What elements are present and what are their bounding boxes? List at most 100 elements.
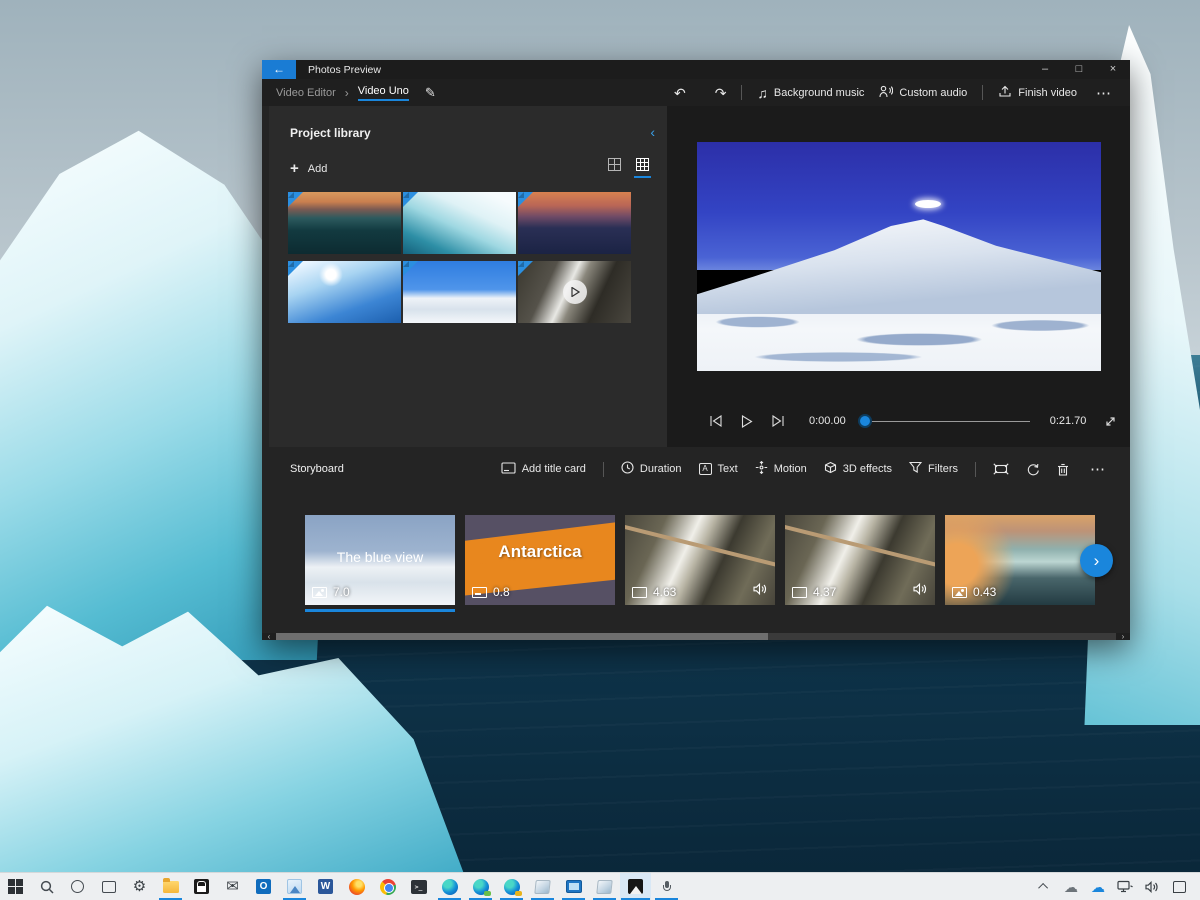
task-view-button[interactable] [93, 873, 124, 900]
scrollbar-thumb[interactable] [276, 633, 768, 640]
duration-label: Duration [639, 463, 682, 475]
clip-meta: 0.43 [952, 585, 996, 599]
storyboard-clip-antarctica[interactable]: Antarctica 0.8 [465, 515, 615, 605]
add-title-card-button[interactable]: Add title card [501, 461, 586, 477]
storyboard-clip-waterfall-1[interactable]: 4.63 [625, 515, 775, 605]
scrollbar-right-arrow[interactable]: › [1116, 633, 1130, 641]
total-time: 0:21.70 [1049, 415, 1087, 427]
speaker-icon[interactable] [913, 582, 927, 598]
scrollbar-track[interactable] [276, 633, 1116, 640]
breadcrumb-parent[interactable]: Video Editor [276, 87, 336, 99]
network-icon [1117, 880, 1133, 893]
undo-icon[interactable]: ↶ [674, 86, 686, 100]
word-button[interactable]: W [310, 873, 341, 900]
cortana-button[interactable] [62, 873, 93, 900]
storyboard-clip-iceberg-sunset[interactable]: 0.43 [945, 515, 1095, 605]
close-button[interactable]: × [1096, 60, 1130, 79]
volume-button[interactable] [1143, 873, 1161, 900]
minimize-button[interactable]: – [1028, 60, 1062, 79]
storyboard-clip-the-blue-view[interactable]: The blue view 7.0 [305, 515, 455, 605]
maximize-button[interactable]: □ [1062, 60, 1096, 79]
library-thumb-rocks-waterfall[interactable] [518, 261, 631, 323]
breadcrumb-current[interactable]: Video Uno [357, 85, 409, 101]
edge-canary-button[interactable] [496, 873, 527, 900]
search-button[interactable] [31, 873, 62, 900]
outlook-button[interactable]: O [248, 873, 279, 900]
add-media-button[interactable]: + Add [290, 160, 327, 177]
store-button[interactable] [186, 873, 217, 900]
settings-button[interactable]: ⚙ [124, 873, 155, 900]
3d-effects-button[interactable]: 3D effects [824, 461, 892, 477]
filters-button[interactable]: Filters [908, 461, 958, 477]
clip-meta: 4.37 [792, 585, 836, 599]
text-button[interactable]: A Text [698, 463, 738, 475]
network-button[interactable] [1116, 873, 1134, 900]
background-music-button[interactable]: ♫ Background music [757, 86, 864, 100]
small-grid-view-icon[interactable] [634, 158, 651, 178]
redo-icon[interactable]: ↷ [715, 86, 727, 100]
video-icon [792, 586, 807, 598]
storyboard-more-icon[interactable]: ⋯ [1086, 460, 1110, 478]
library-thumb-snow-mountain[interactable] [403, 261, 516, 323]
feedback-hub-button[interactable] [651, 873, 682, 900]
seek-track [859, 420, 1030, 422]
chrome-button[interactable] [372, 873, 403, 900]
show-hidden-icons-button[interactable] [1035, 873, 1053, 900]
person-audio-icon [879, 85, 894, 101]
storyboard-clip-waterfall-2[interactable]: 4.37 [785, 515, 935, 605]
edge-beta-button[interactable] [465, 873, 496, 900]
start-button[interactable] [0, 873, 31, 900]
edge-button[interactable] [434, 873, 465, 900]
photo-icon [952, 586, 967, 598]
motion-button[interactable]: Motion [755, 460, 807, 477]
library-thumb-iceberg-sunset-dark[interactable] [288, 192, 401, 254]
speaker-icon[interactable] [753, 582, 767, 598]
fullscreen-icon[interactable] [1104, 415, 1117, 428]
project-library-panel: Project library ‹ + Add [262, 106, 667, 447]
rename-pencil-icon[interactable]: ✎ [425, 85, 436, 101]
seek-bar[interactable] [857, 414, 1030, 428]
file-explorer-button[interactable] [155, 873, 186, 900]
onedrive-personal-button[interactable]: ☁ [1062, 873, 1080, 900]
large-grid-view-icon[interactable] [608, 158, 621, 171]
storyboard-title: Storyboard [290, 463, 344, 475]
library-thumb-blue-ice-slope[interactable] [288, 261, 401, 323]
mail-button[interactable]: ✉ [217, 873, 248, 900]
firefox-icon [348, 878, 365, 895]
clip-duration: 4.63 [653, 585, 677, 599]
selected-corner-icon [403, 192, 418, 207]
rotate-icon[interactable] [1026, 463, 1040, 476]
previous-frame-button[interactable] [707, 412, 725, 430]
action-center-button[interactable] [1170, 873, 1188, 900]
custom-audio-button[interactable]: Custom audio [879, 85, 967, 101]
scrollbar-left-arrow[interactable]: ‹ [262, 633, 276, 641]
finish-video-button[interactable]: Finish video [998, 85, 1077, 101]
library-thumb-ice-closeup[interactable] [403, 192, 516, 254]
duration-button[interactable]: Duration [621, 461, 682, 477]
video-preview[interactable] [697, 142, 1101, 371]
library-thumb-iceberg-sunset-purple[interactable] [518, 192, 631, 254]
resize-frame-icon[interactable] [993, 463, 1009, 475]
this-pc-button[interactable] [558, 873, 589, 900]
delete-trash-icon[interactable] [1057, 463, 1069, 476]
firefox-button[interactable] [341, 873, 372, 900]
selected-corner-icon [403, 261, 418, 276]
play-button[interactable] [738, 412, 756, 430]
scroll-right-button[interactable]: › [1080, 544, 1113, 577]
back-button[interactable]: ← [262, 60, 296, 79]
selected-clip-indicator [305, 609, 455, 612]
collapse-panel-icon[interactable]: ‹ [650, 124, 655, 140]
photos-legacy-button[interactable] [279, 873, 310, 900]
photos-app-window: ← Photos Preview – □ × Video Editor › Vi… [262, 60, 1130, 641]
more-options-icon[interactable]: ⋯ [1092, 84, 1116, 102]
glassy-app-icon [534, 879, 551, 894]
onedrive-business-button[interactable]: ☁ [1089, 873, 1107, 900]
app-glassy-1-button[interactable] [527, 873, 558, 900]
app-glassy-2-button[interactable] [589, 873, 620, 900]
terminal-button[interactable]: >_ [403, 873, 434, 900]
clip-duration: 0.8 [493, 585, 510, 599]
next-frame-button[interactable] [769, 412, 787, 430]
clip-title-overlay: The blue view [336, 549, 424, 566]
photos-app-button[interactable] [620, 873, 651, 900]
seek-thumb[interactable] [857, 414, 872, 428]
